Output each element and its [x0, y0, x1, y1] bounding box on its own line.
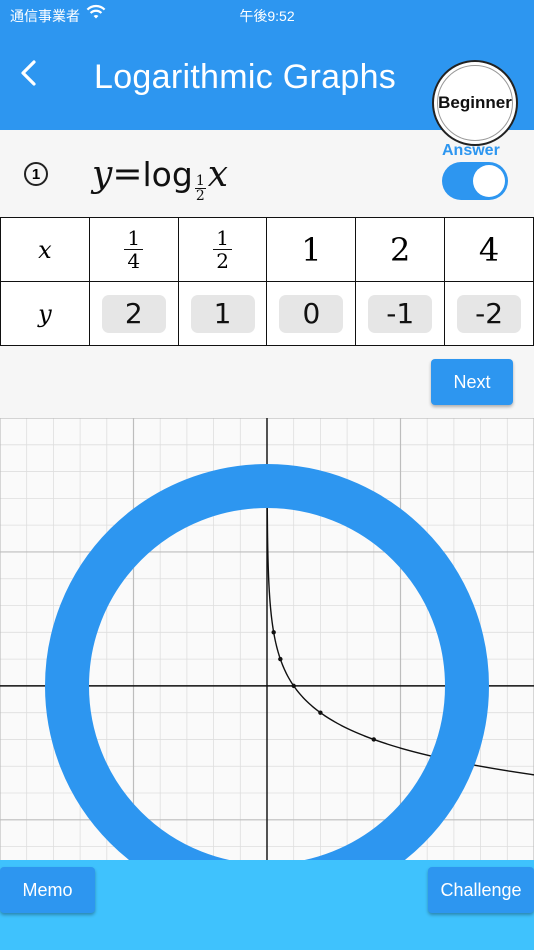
y-row-header: y: [0, 281, 90, 346]
formula-base: 12: [194, 173, 206, 204]
answer-label: Answer: [442, 142, 500, 159]
status-bar: 通信事業者 午後9:52: [0, 0, 534, 28]
formula-x: x: [207, 154, 229, 195]
fraction-denominator: 2: [216, 248, 229, 273]
base-denominator: 2: [195, 188, 205, 204]
question-number: 1: [24, 162, 48, 186]
y-answer-box[interactable]: 1: [190, 294, 255, 333]
y-answer-box[interactable]: 2: [101, 294, 166, 333]
x-cell: 2: [355, 217, 446, 282]
next-button[interactable]: Next: [431, 359, 513, 405]
question-row: 1 y=log 1 2 x Answer: [0, 130, 534, 216]
y-cell: 2: [88, 281, 179, 346]
memo-button[interactable]: Memo: [0, 867, 95, 913]
y-row: y 2 1 0 -1 -2: [0, 281, 534, 346]
x-cell: 1: [266, 217, 357, 282]
fraction-numerator: 1: [124, 227, 144, 250]
x-cell: 4: [444, 217, 534, 282]
formula-log: log: [142, 155, 193, 194]
x-fraction: 12: [213, 227, 232, 272]
data-point: [278, 656, 283, 662]
graph-canvas[interactable]: [0, 418, 534, 860]
data-point: [291, 683, 296, 689]
y-cell: -2: [444, 281, 534, 346]
formula-equals: =: [112, 154, 143, 195]
y-answer-box[interactable]: -2: [457, 294, 522, 333]
x-row: x 14 12 1 2 4: [0, 217, 534, 282]
x-cell: 12: [177, 217, 268, 282]
base-numerator: 1: [194, 173, 206, 189]
fraction-denominator: 4: [127, 248, 141, 273]
data-point: [371, 737, 376, 742]
challenge-button[interactable]: Challenge: [428, 867, 534, 913]
app-bar: Logarithmic Graphs Beginner: [0, 28, 534, 146]
data-point: [318, 710, 323, 715]
y-cell: 0: [266, 281, 357, 346]
y-answer-box[interactable]: 0: [279, 294, 344, 333]
y-cell: -1: [355, 281, 446, 346]
y-answer-box[interactable]: -1: [368, 294, 433, 333]
value-table: x 14 12 1 2 4 y 2 1 0 -1 -2: [0, 217, 534, 346]
answer-toggle[interactable]: [442, 162, 508, 200]
y-cell: 1: [177, 281, 268, 346]
x-row-header: x: [0, 217, 90, 282]
level-badge-label: Beginner: [438, 93, 512, 112]
fraction-numerator: 1: [213, 227, 232, 250]
page-title: Logarithmic Graphs: [94, 58, 397, 96]
data-point: [271, 630, 276, 635]
formula-y: y: [92, 154, 113, 195]
x-fraction: 14: [124, 227, 144, 273]
back-arrow-icon[interactable]: [16, 58, 42, 88]
toggle-knob: [473, 165, 505, 197]
x-cell: 14: [88, 217, 179, 282]
clock: 午後9:52: [239, 8, 295, 24]
question-formula: y=log 1 2 x: [92, 154, 228, 203]
